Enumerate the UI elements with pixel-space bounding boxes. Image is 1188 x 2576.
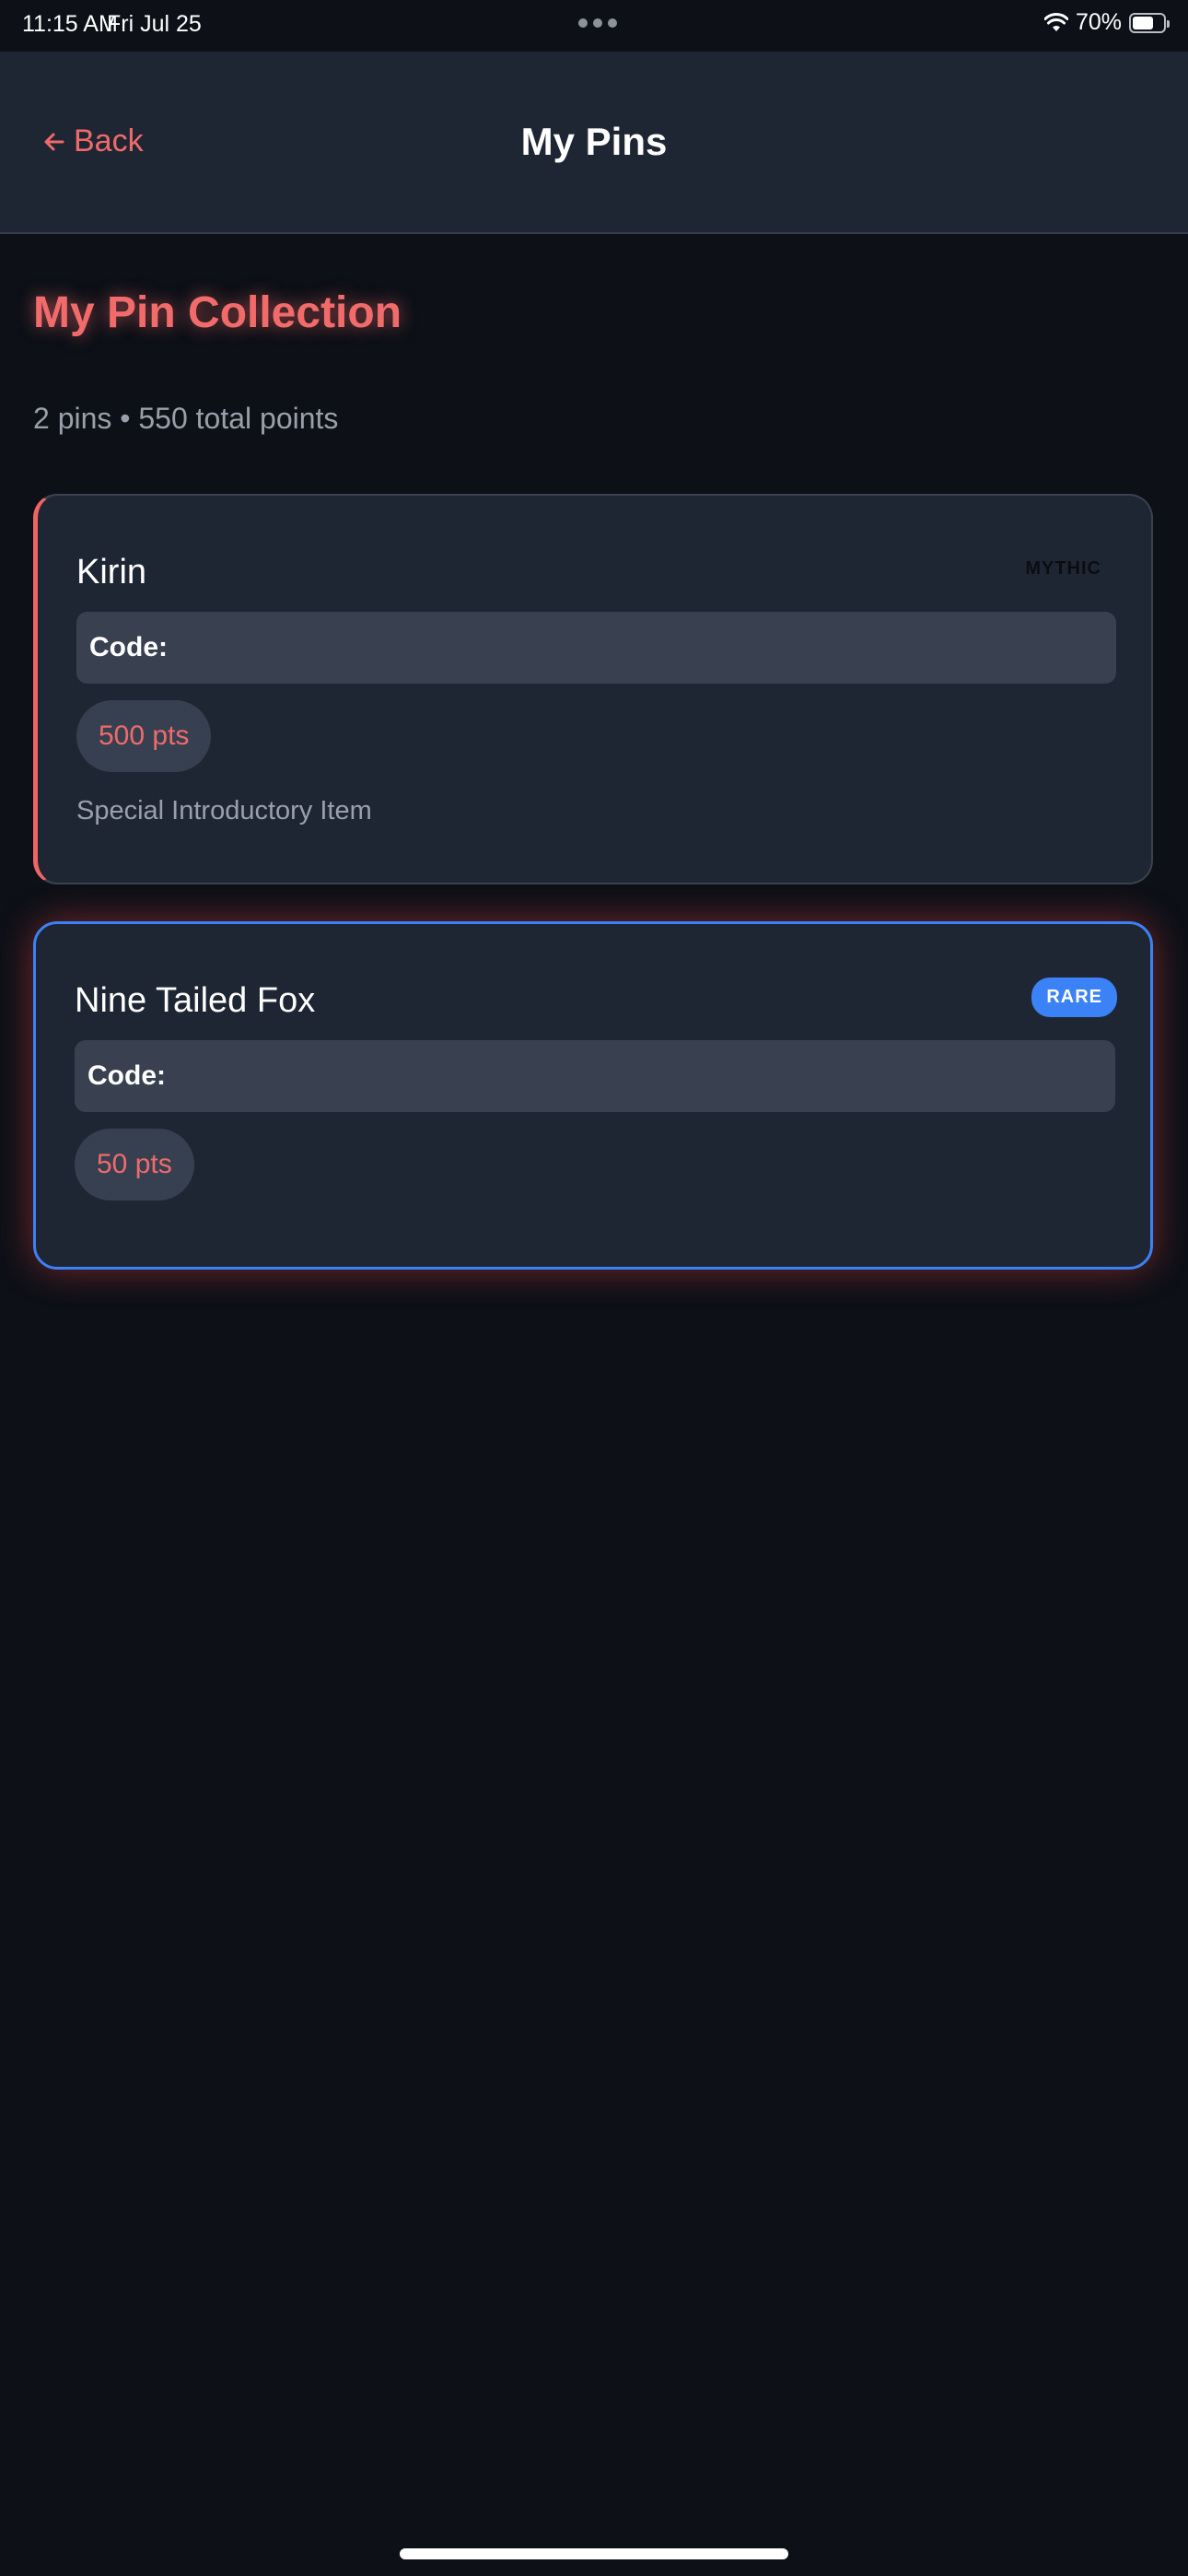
points-chip: 50 pts xyxy=(75,1129,194,1200)
pin-description: Special Introductory Item xyxy=(76,796,372,825)
code-label: Code: xyxy=(89,632,168,662)
wifi-icon xyxy=(1043,12,1068,33)
battery-percentage: 70% xyxy=(1075,9,1122,35)
status-bar: 11:15 AM Fri Jul 25 70% xyxy=(0,0,1188,52)
collection-heading: My Pin Collection xyxy=(33,288,402,337)
status-date: Fri Jul 25 xyxy=(107,11,202,37)
more-dots-icon[interactable] xyxy=(578,18,617,28)
status-time: 11:15 AM xyxy=(22,11,118,37)
code-field[interactable]: Code: xyxy=(76,612,1116,684)
battery-level xyxy=(1133,16,1154,29)
pin-card[interactable]: Nine Tailed Fox RARE Code: 50 pts xyxy=(33,921,1153,1270)
pin-card[interactable]: Kirin MYTHIC Code: 500 pts Special Intro… xyxy=(33,494,1153,884)
app-header: Back My Pins xyxy=(0,52,1188,234)
pin-name: Nine Tailed Fox xyxy=(75,981,316,1020)
points-value: 500 pts xyxy=(99,720,190,751)
page-title: My Pins xyxy=(520,120,668,163)
status-indicators: 70% xyxy=(1043,9,1170,36)
points-value: 50 pts xyxy=(97,1149,172,1179)
home-indicator[interactable] xyxy=(400,2548,788,2559)
points-chip: 500 pts xyxy=(76,700,212,772)
battery-icon xyxy=(1129,12,1170,33)
code-label: Code: xyxy=(87,1060,166,1091)
collection-summary: 2 pins • 550 total points xyxy=(33,402,339,435)
pin-name: Kirin xyxy=(76,553,147,591)
code-field[interactable]: Code: xyxy=(75,1040,1115,1112)
rarity-badge: RARE xyxy=(1031,978,1117,1017)
rarity-badge: MYTHIC xyxy=(1025,558,1101,579)
